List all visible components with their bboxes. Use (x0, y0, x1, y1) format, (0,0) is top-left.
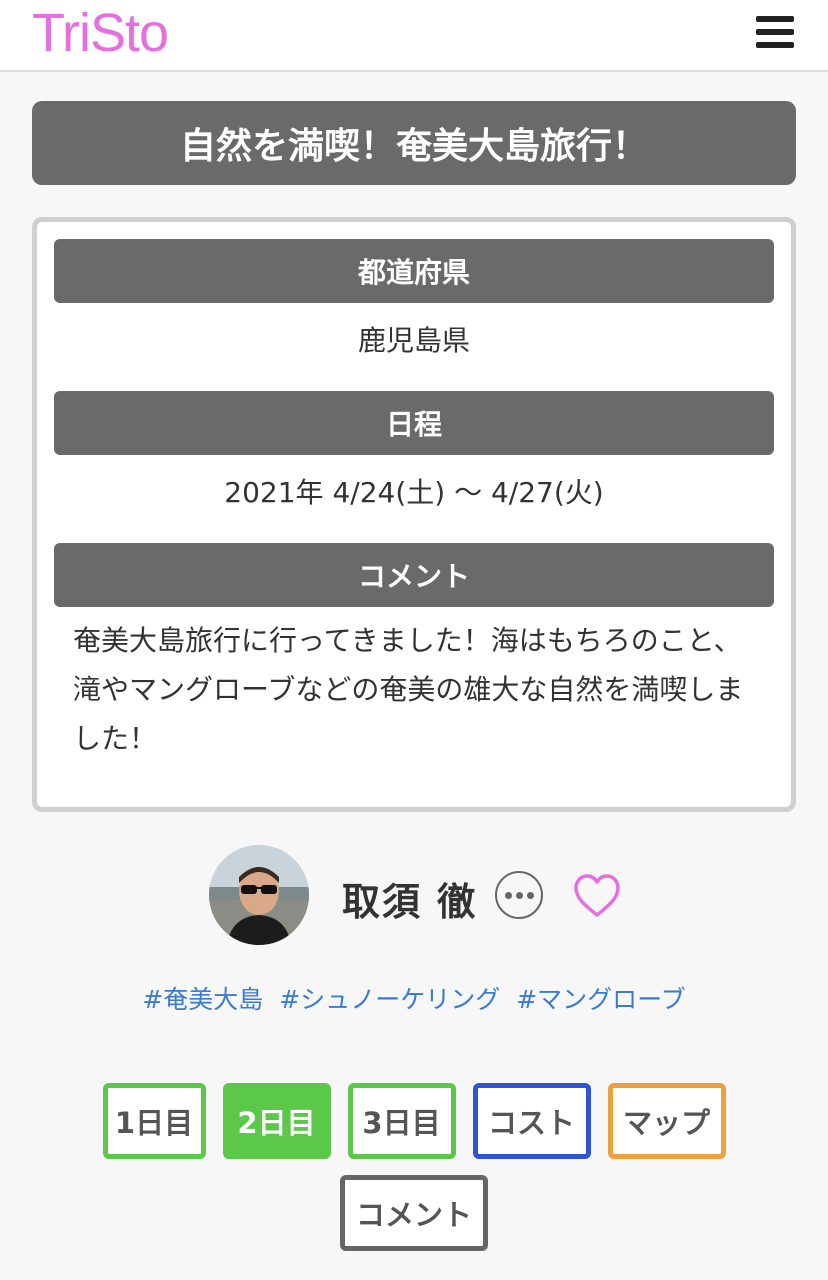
hamburger-menu-icon[interactable] (756, 16, 796, 50)
hashtag-list: #奄美大島 #シュノーケリング #マングローブ (0, 980, 828, 1016)
schedule-value: 2021年 4/24(土) 〜 4/27(火) (224, 476, 604, 509)
tab-day-1[interactable]: 1日目 (102, 1083, 206, 1159)
comment-text: 奄美大島旅行に行ってきました！海はもちろのこと、滝やマングローブなどの奄美の雄大… (73, 624, 744, 755)
tab-day-2[interactable]: 2日目 (222, 1083, 331, 1159)
schedule-heading: 日程 (54, 391, 774, 455)
logo[interactable]: TriSto (32, 2, 169, 64)
hashtag-link[interactable]: #シュノーケリング (279, 980, 500, 1016)
comment-tab-row: コメント (0, 1175, 828, 1251)
hashtag-link[interactable]: #マングローブ (516, 980, 685, 1016)
tab-comment[interactable]: コメント (340, 1175, 488, 1251)
trip-info-card: 都道府県 鹿児島県 日程 2021年 4/24(土) 〜 4/27(火) コメン… (32, 217, 796, 812)
comment-heading: コメント (54, 543, 774, 607)
tab-map[interactable]: マップ (607, 1083, 726, 1159)
heart-icon[interactable] (573, 873, 621, 919)
tab-day-3[interactable]: 3日目 (347, 1083, 456, 1159)
more-options-icon[interactable] (495, 871, 543, 919)
author-name[interactable]: 取須 徹 (342, 871, 477, 926)
avatar[interactable] (209, 845, 309, 945)
hashtag-link[interactable]: #奄美大島 (142, 980, 263, 1016)
tab-cost[interactable]: コスト (472, 1083, 591, 1159)
author-row: 取須 徹 (0, 843, 828, 947)
trip-title: 自然を満喫！奄美大島旅行！ (32, 101, 796, 185)
app-header: TriSto (0, 0, 828, 72)
prefecture-heading: 都道府県 (54, 239, 774, 303)
day-tabs: 1日目 2日目 3日目 コスト マップ (0, 1083, 828, 1159)
prefecture-value: 鹿児島県 (357, 324, 470, 357)
